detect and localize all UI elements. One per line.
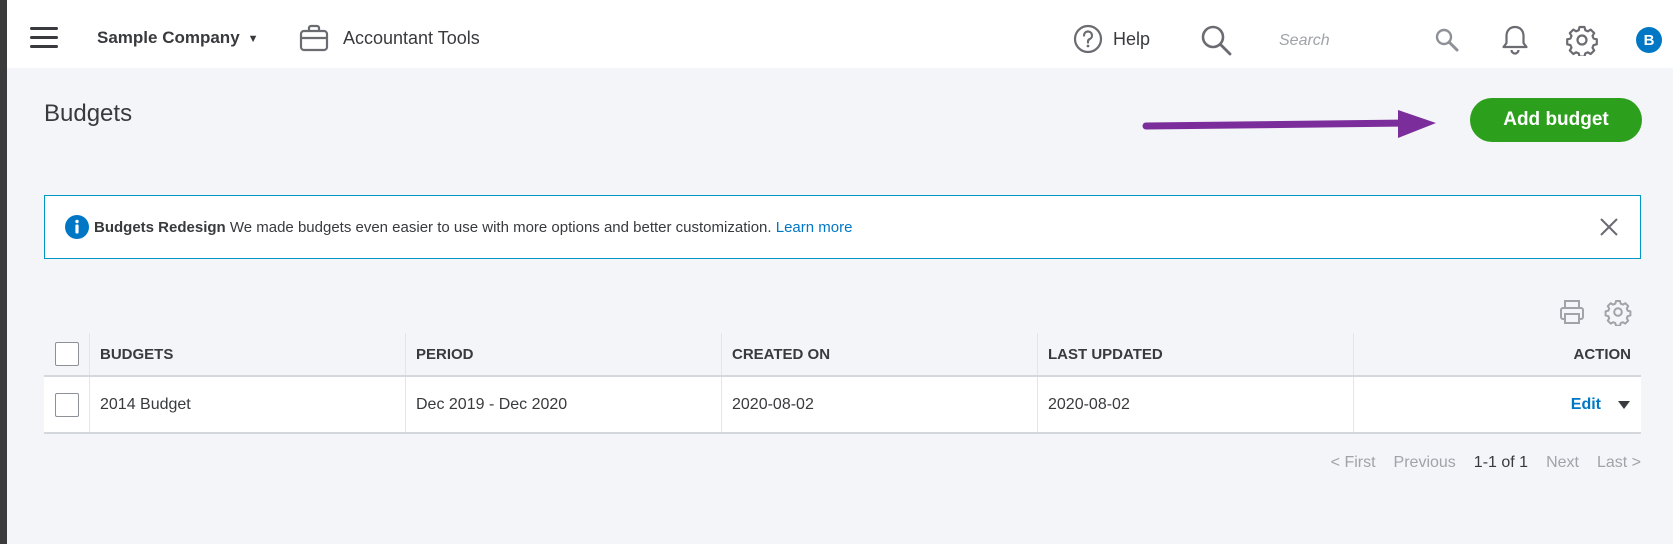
previous-page-link[interactable]: Previous xyxy=(1394,454,1456,472)
budgets-table: BUDGETS PERIOD CREATED ON LAST UPDATED A… xyxy=(44,333,1641,434)
window-edge xyxy=(0,0,7,544)
column-header-budgets[interactable]: BUDGETS xyxy=(90,333,406,375)
accountant-tools-label: Accountant Tools xyxy=(343,27,480,48)
chevron-down-icon: ▼ xyxy=(247,33,259,45)
company-name: Sample Company xyxy=(97,28,240,47)
last-page-link[interactable]: Last > xyxy=(1597,454,1641,472)
hamburger-menu-icon[interactable] xyxy=(30,27,58,49)
period-cell: Dec 2019 - Dec 2020 xyxy=(406,377,722,432)
created-on-cell: 2020-08-02 xyxy=(722,377,1038,432)
banner-message: We made budgets even easier to use with … xyxy=(229,218,772,236)
info-icon xyxy=(65,215,89,239)
briefcase-icon xyxy=(299,24,329,52)
next-page-link[interactable]: Next xyxy=(1546,454,1579,472)
column-header-created-on[interactable]: CREATED ON xyxy=(722,333,1038,375)
column-header-action: ACTION xyxy=(1573,345,1632,363)
edit-link[interactable]: Edit xyxy=(1571,396,1601,414)
first-page-link[interactable]: < First xyxy=(1331,454,1376,472)
table-settings-gear-icon[interactable] xyxy=(1604,298,1632,326)
bell-icon[interactable] xyxy=(1500,24,1530,56)
caret-down-icon[interactable] xyxy=(1617,400,1631,410)
banner-text: Budgets Redesign We made budgets even ea… xyxy=(94,219,852,236)
row-checkbox[interactable] xyxy=(55,392,79,417)
info-banner: Budgets Redesign We made budgets even ea… xyxy=(44,195,1641,259)
add-budget-button[interactable]: Add budget xyxy=(1470,98,1642,142)
search-submit-icon[interactable] xyxy=(1434,27,1460,53)
page-title: Budgets xyxy=(44,100,133,127)
user-avatar[interactable]: B xyxy=(1636,27,1662,53)
banner-title: Budgets Redesign xyxy=(94,218,226,236)
column-header-period[interactable]: PERIOD xyxy=(406,333,722,375)
action-cell: Edit xyxy=(1354,377,1641,432)
last-updated-cell: 2020-08-02 xyxy=(1038,377,1354,432)
learn-more-link[interactable]: Learn more xyxy=(776,219,853,236)
column-header-last-updated[interactable]: LAST UPDATED xyxy=(1038,333,1354,375)
row-checkbox-cell xyxy=(44,377,90,432)
header-checkbox-cell xyxy=(44,333,90,375)
help-label: Help xyxy=(1113,28,1151,49)
company-switcher[interactable]: Sample Company ▼ xyxy=(97,28,259,48)
budget-name-cell: 2014 Budget xyxy=(90,377,406,432)
page-range-text: 1-1 of 1 xyxy=(1473,454,1529,471)
accountant-tools-button[interactable]: Accountant Tools xyxy=(299,21,480,55)
close-icon[interactable] xyxy=(1598,216,1620,238)
search-icon[interactable] xyxy=(1199,23,1233,57)
select-all-checkbox[interactable] xyxy=(55,342,79,366)
table-header-row: BUDGETS PERIOD CREATED ON LAST UPDATED A… xyxy=(44,333,1641,377)
pagination: < First Previous 1-1 of 1 Next Last > xyxy=(1313,454,1641,472)
print-icon[interactable] xyxy=(1558,298,1586,326)
help-button[interactable]: Help xyxy=(1073,22,1150,56)
help-circle-icon xyxy=(1073,24,1103,54)
top-navigation-bar: Sample Company ▼ Accountant Tools Help S… xyxy=(7,7,1673,68)
annotation-arrow xyxy=(1142,110,1436,138)
gear-icon[interactable] xyxy=(1566,24,1598,56)
table-row[interactable]: 2014 Budget Dec 2019 - Dec 2020 2020-08-… xyxy=(44,377,1641,434)
